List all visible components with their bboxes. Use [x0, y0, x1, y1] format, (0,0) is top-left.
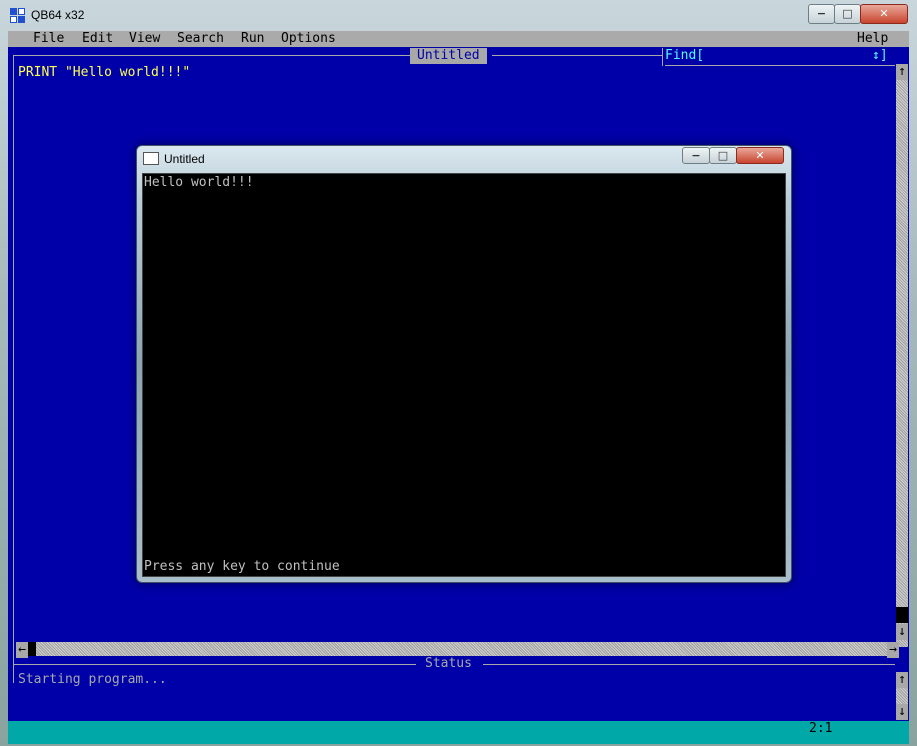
editor-tab-title: Untitled: [410, 48, 487, 64]
menu-bar: File Edit View Search Run Options Help: [8, 31, 909, 47]
status-frame-top-left: [13, 664, 416, 665]
minimize-icon: −: [816, 7, 827, 20]
qb64-app-icon: [10, 8, 26, 24]
console-output-line: Hello world!!!: [144, 175, 254, 190]
cursor-position: 2:1: [809, 721, 833, 736]
program-minimize-button[interactable]: −: [682, 147, 710, 164]
editor-frame-top-mid: [492, 55, 662, 56]
console-window-icon: [143, 152, 159, 165]
editor-frame-top-left: [13, 55, 410, 56]
window-titlebar[interactable]: QB64 x32 − □ ✕: [0, 0, 917, 32]
editor-horizontal-scrollbar[interactable]: [16, 642, 899, 656]
maximize-icon: □: [842, 7, 853, 20]
find-divider: [662, 48, 663, 66]
status-panel-title: Status: [425, 656, 472, 671]
menu-file[interactable]: File: [33, 31, 64, 47]
find-toggle-icon[interactable]: ↕]: [872, 48, 888, 64]
minimize-button[interactable]: −: [808, 4, 835, 24]
program-console[interactable]: Hello world!!! Press any key to continue: [142, 173, 786, 577]
menu-view[interactable]: View: [129, 31, 160, 47]
scroll-down-icon[interactable]: ↓: [896, 624, 908, 640]
program-window-title: Untitled: [164, 152, 205, 166]
window-title: QB64 x32: [31, 8, 85, 22]
hscroll-thumb[interactable]: [28, 642, 36, 656]
editor-vertical-scrollbar[interactable]: [896, 67, 908, 647]
minimize-icon: −: [691, 149, 701, 162]
status-scroll-down-icon[interactable]: ↓: [896, 704, 908, 720]
menu-search[interactable]: Search: [177, 31, 224, 47]
maximize-button[interactable]: □: [834, 4, 861, 24]
code-line[interactable]: PRINT "Hello world!!!": [18, 65, 190, 81]
find-label[interactable]: Find[: [665, 48, 704, 64]
close-icon: ✕: [755, 149, 765, 162]
program-close-button[interactable]: ✕: [736, 147, 784, 164]
menu-help[interactable]: Help: [857, 31, 888, 47]
scroll-up-icon[interactable]: ↑: [896, 64, 908, 80]
find-underline: [665, 65, 895, 66]
menu-edit[interactable]: Edit: [82, 31, 113, 47]
scroll-left-icon[interactable]: ←: [16, 642, 28, 658]
status-bar: 2:1: [8, 721, 909, 744]
program-maximize-button[interactable]: □: [709, 147, 737, 164]
close-button[interactable]: ✕: [860, 4, 908, 24]
close-icon: ✕: [879, 7, 889, 20]
scroll-right-icon[interactable]: →: [887, 642, 899, 658]
editor-frame-left: [13, 56, 14, 683]
scroll-thumb[interactable]: [896, 607, 908, 623]
status-message: Starting program...: [18, 672, 167, 687]
menu-options[interactable]: Options: [281, 31, 336, 47]
console-prompt: Press any key to continue: [144, 559, 340, 574]
program-window: Untitled − □ ✕ Hello world!!! Press any …: [136, 145, 792, 583]
status-scroll-up-icon[interactable]: ↑: [896, 672, 908, 688]
maximize-icon: □: [717, 149, 729, 162]
status-frame-top-right: [483, 664, 895, 665]
menu-run[interactable]: Run: [241, 31, 264, 47]
